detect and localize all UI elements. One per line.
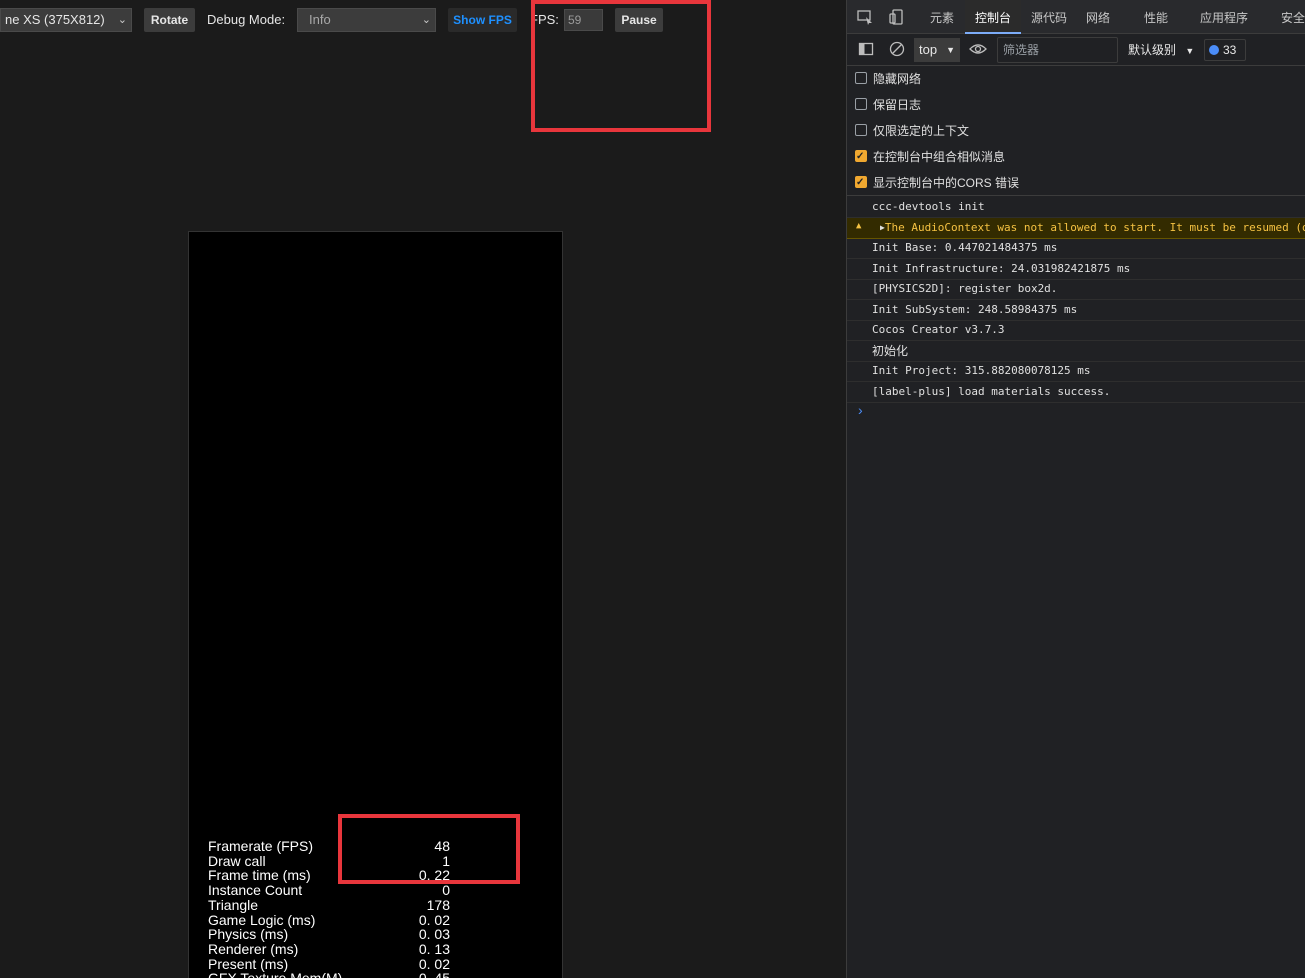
console-setting-option[interactable]: 显示控制台中的CORS 错误	[855, 173, 1019, 193]
device-toolbar-icon[interactable]	[888, 8, 906, 26]
console-setting-option[interactable]: 隐藏网络	[855, 69, 921, 89]
stat-row: Renderer (ms) 0. 13	[208, 940, 450, 957]
checkbox[interactable]	[855, 72, 867, 84]
console-message: [PHYSICS2D]: register box2d.	[847, 279, 1305, 300]
log-level-value: 默认级别	[1128, 43, 1177, 57]
device-select-value: ne XS (375X812)	[5, 12, 105, 27]
console-setting-label: 隐藏网络	[873, 72, 922, 86]
stat-value: 0. 45	[419, 971, 450, 978]
rotate-button[interactable]: Rotate	[144, 8, 195, 32]
stat-row: Physics (ms) 0. 03	[208, 927, 450, 942]
console-setting-label: 在控制台中组合相似消息	[873, 150, 1006, 164]
tab-sources[interactable]: 源代码	[1031, 0, 1067, 34]
eye-icon[interactable]	[969, 42, 987, 56]
preview-panel: ne XS (375X812) ⌄ Rotate Debug Mode: Inf…	[0, 0, 846, 978]
stat-label: Renderer (ms)	[208, 940, 299, 957]
console-message: Init SubSystem: 248.58984375 ms	[847, 300, 1305, 321]
console-message-text: 初始化	[872, 343, 909, 358]
console-setting-label: 保留日志	[873, 98, 922, 112]
console-setting-option[interactable]: 保留日志	[855, 95, 921, 115]
checkbox[interactable]	[855, 124, 867, 136]
console-message: Init Infrastructure: 24.031982421875 ms	[847, 259, 1305, 280]
stat-label: GFX Texture Mem(M)	[208, 971, 342, 978]
context-select-value: top	[919, 42, 938, 57]
checkbox[interactable]	[855, 98, 867, 110]
sidebar-toggle-icon[interactable]	[858, 41, 874, 57]
console-message: Init Project: 315.882080078125 ms	[847, 361, 1305, 382]
checkbox-checked[interactable]	[855, 147, 867, 167]
stat-row: Triangle 178	[208, 896, 450, 913]
tab-application[interactable]: 应用程序	[1200, 0, 1248, 34]
log-level-select[interactable]: 默认级别 ▼	[1128, 41, 1194, 58]
console-message-text: Init Project: 315.882080078125 ms	[872, 364, 1091, 377]
tab-network[interactable]: 网络	[1086, 0, 1110, 34]
filter-input[interactable]: 筛选器	[997, 37, 1118, 63]
console-warning: ▲ ▶The AudioContext was not allowed to st…	[847, 217, 1305, 239]
console-message-text: Init Infrastructure: 24.031982421875 ms	[872, 261, 1131, 275]
console-setting-label: 显示控制台中的CORS 错误	[873, 176, 1020, 190]
checkbox-checked[interactable]	[855, 173, 867, 193]
console-message: Cocos Creator v3.7.3	[847, 320, 1305, 341]
highlight-box-fps	[531, 0, 711, 132]
message-icon	[1209, 45, 1219, 55]
console-message: [label-plus] load materials success.	[847, 382, 1305, 403]
stat-value: 0. 13	[418, 940, 450, 957]
tab-security[interactable]: 安全	[1281, 0, 1305, 34]
caret-down-icon: ▼	[1185, 46, 1195, 56]
tab-performance[interactable]: 性能	[1144, 0, 1168, 34]
chevron-down-icon: ⌄	[117, 14, 127, 26]
stat-label: Framerate (FPS)	[208, 838, 314, 854]
devtools-panel: 元素 控制台 源代码 网络 性能 应用程序 安全 top ▼ 筛选器 默认级别 …	[846, 0, 1305, 978]
stat-value: 0	[442, 882, 450, 899]
console-message: ccc-devtools init	[847, 197, 1305, 218]
console-setting-option[interactable]: 在控制台中组合相似消息	[855, 147, 1005, 167]
tab-console[interactable]: 控制台	[965, 0, 1022, 34]
clear-console-icon[interactable]	[889, 41, 905, 57]
tab-elements[interactable]: 元素	[930, 0, 954, 34]
debug-mode-label: Debug Mode:	[207, 12, 286, 27]
device-select[interactable]: ne XS (375X812) ⌄	[0, 8, 132, 32]
stat-label: Instance Count	[208, 882, 303, 899]
stat-value: 178	[426, 896, 450, 913]
console-message-text: Init Base: 0.447021484375 ms	[872, 241, 1058, 254]
console-message-text: The AudioContext was not allowed to star…	[884, 220, 1305, 234]
console-message-text: [PHYSICS2D]: register box2d.	[872, 282, 1058, 295]
console-message-text: Cocos Creator v3.7.3	[872, 323, 1005, 336]
show-fps-button[interactable]: Show FPS	[448, 8, 517, 32]
debug-mode-value: Info	[309, 12, 331, 27]
inspect-element-icon[interactable]	[856, 8, 874, 26]
stat-label: Triangle	[208, 896, 259, 913]
highlight-box-stats	[338, 814, 520, 884]
message-count: 33	[1223, 43, 1237, 57]
stat-row: GFX Texture Mem(M) 0. 45	[208, 971, 450, 978]
chevron-down-icon: ⌄	[421, 14, 431, 26]
context-select[interactable]: top ▼	[914, 38, 960, 62]
issues-counter[interactable]: 33	[1204, 39, 1246, 61]
stat-label: Physics (ms)	[208, 926, 289, 943]
console-message-text: Init SubSystem: 248.58984375 ms	[872, 302, 1078, 316]
expand-triangle-icon[interactable]: ▶	[880, 223, 885, 232]
console-message-text: ccc-devtools init	[872, 200, 985, 213]
console-prompt[interactable]: ›	[858, 402, 863, 418]
debug-mode-select[interactable]: Info ⌄	[297, 8, 436, 32]
console-message: Init Base: 0.447021484375 ms	[847, 238, 1305, 259]
console-setting-label: 仅限选定的上下文	[873, 124, 970, 138]
console-message: 初始化	[847, 341, 1305, 362]
stat-row: Instance Count 0	[208, 883, 450, 898]
caret-down-icon: ▼	[946, 45, 955, 55]
console-setting-option[interactable]: 仅限选定的上下文	[855, 121, 969, 141]
divider	[847, 195, 1305, 196]
console-message-text: [label-plus] load materials success.	[872, 384, 1111, 398]
stat-value: 0. 03	[418, 926, 450, 943]
warning-icon: ▲	[856, 220, 862, 231]
